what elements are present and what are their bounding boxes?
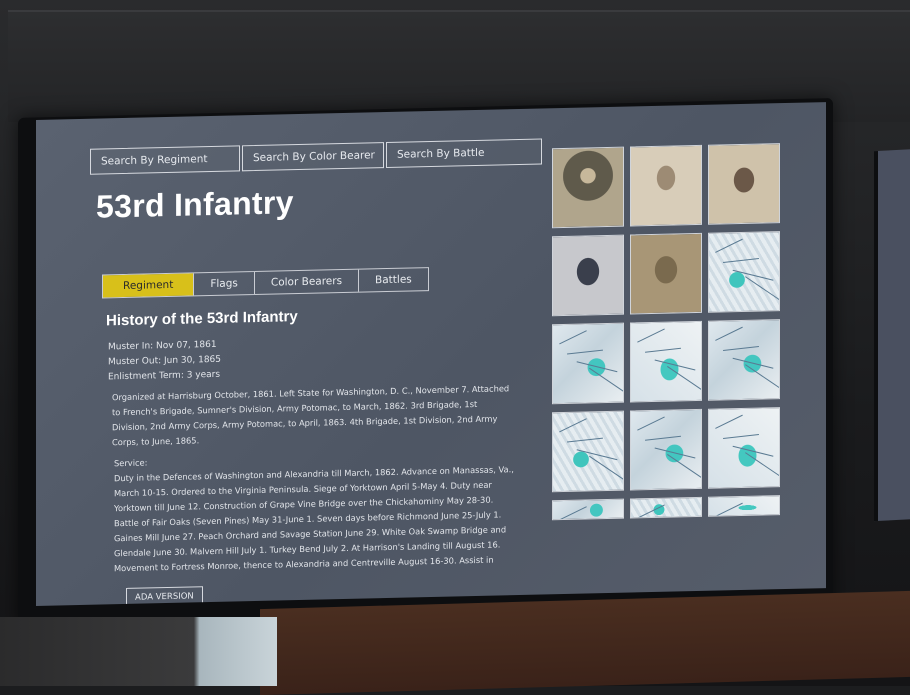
tab-regiment[interactable]: Regiment xyxy=(103,273,195,298)
history-heading: History of the 53rd Infantry xyxy=(106,308,298,330)
portrait-thumbnail[interactable] xyxy=(708,143,780,225)
enlistment-term: Enlistment Term: 3 years xyxy=(108,369,221,383)
battle-map-thumbnail[interactable] xyxy=(552,322,624,405)
portrait-image xyxy=(631,233,701,314)
thumbnail-grid xyxy=(552,143,782,521)
portrait-image xyxy=(631,145,701,226)
service-text: Duty in the Defences of Washington and A… xyxy=(114,464,514,574)
battle-map-thumbnail[interactable] xyxy=(552,498,624,521)
portrait-thumbnail[interactable] xyxy=(630,144,702,227)
search-by-regiment-tab[interactable]: Search By Regiment xyxy=(90,145,240,175)
section-tabs: Regiment Flags Color Bearers Battles xyxy=(102,267,429,299)
page-title: 53rd Infantry xyxy=(96,184,294,225)
battle-map-thumbnail[interactable] xyxy=(552,410,624,493)
portrait-thumbnail[interactable] xyxy=(552,146,624,229)
muster-facts: Muster In: Nov 07, 1861 Muster Out: Jun … xyxy=(108,338,221,386)
wood-cabinet xyxy=(260,590,910,695)
battle-map-thumbnail[interactable] xyxy=(630,496,702,519)
battle-map-thumbnail[interactable] xyxy=(708,495,780,517)
portrait-thumbnail[interactable] xyxy=(552,234,624,317)
inset-photo xyxy=(0,617,277,686)
adjacent-screen xyxy=(874,148,910,522)
portrait-image xyxy=(709,144,779,224)
portrait-image xyxy=(553,147,623,228)
battle-map-thumbnail[interactable] xyxy=(708,319,780,401)
portrait-image xyxy=(553,235,623,316)
tab-battles[interactable]: Battles xyxy=(359,268,428,292)
service-section: Service: Duty in the Defences of Washing… xyxy=(114,447,516,576)
kiosk-screen: Search By Regiment Search By Color Beare… xyxy=(36,102,826,607)
search-tabs: Search By Regiment Search By Color Beare… xyxy=(90,138,544,175)
search-by-battle-tab[interactable]: Search By Battle xyxy=(386,138,542,169)
organized-paragraph: Organized at Harrisburg October, 1861. L… xyxy=(112,383,510,448)
tab-color-bearers[interactable]: Color Bearers xyxy=(254,269,360,295)
battle-map-thumbnail[interactable] xyxy=(708,407,780,489)
tab-flags[interactable]: Flags xyxy=(194,272,255,296)
battle-map-thumbnail[interactable] xyxy=(708,231,780,313)
search-by-color-bearer-tab[interactable]: Search By Color Bearer xyxy=(242,142,384,172)
battle-map-thumbnail[interactable] xyxy=(630,408,702,491)
portrait-thumbnail[interactable] xyxy=(630,232,702,315)
battle-map-thumbnail[interactable] xyxy=(630,320,702,403)
